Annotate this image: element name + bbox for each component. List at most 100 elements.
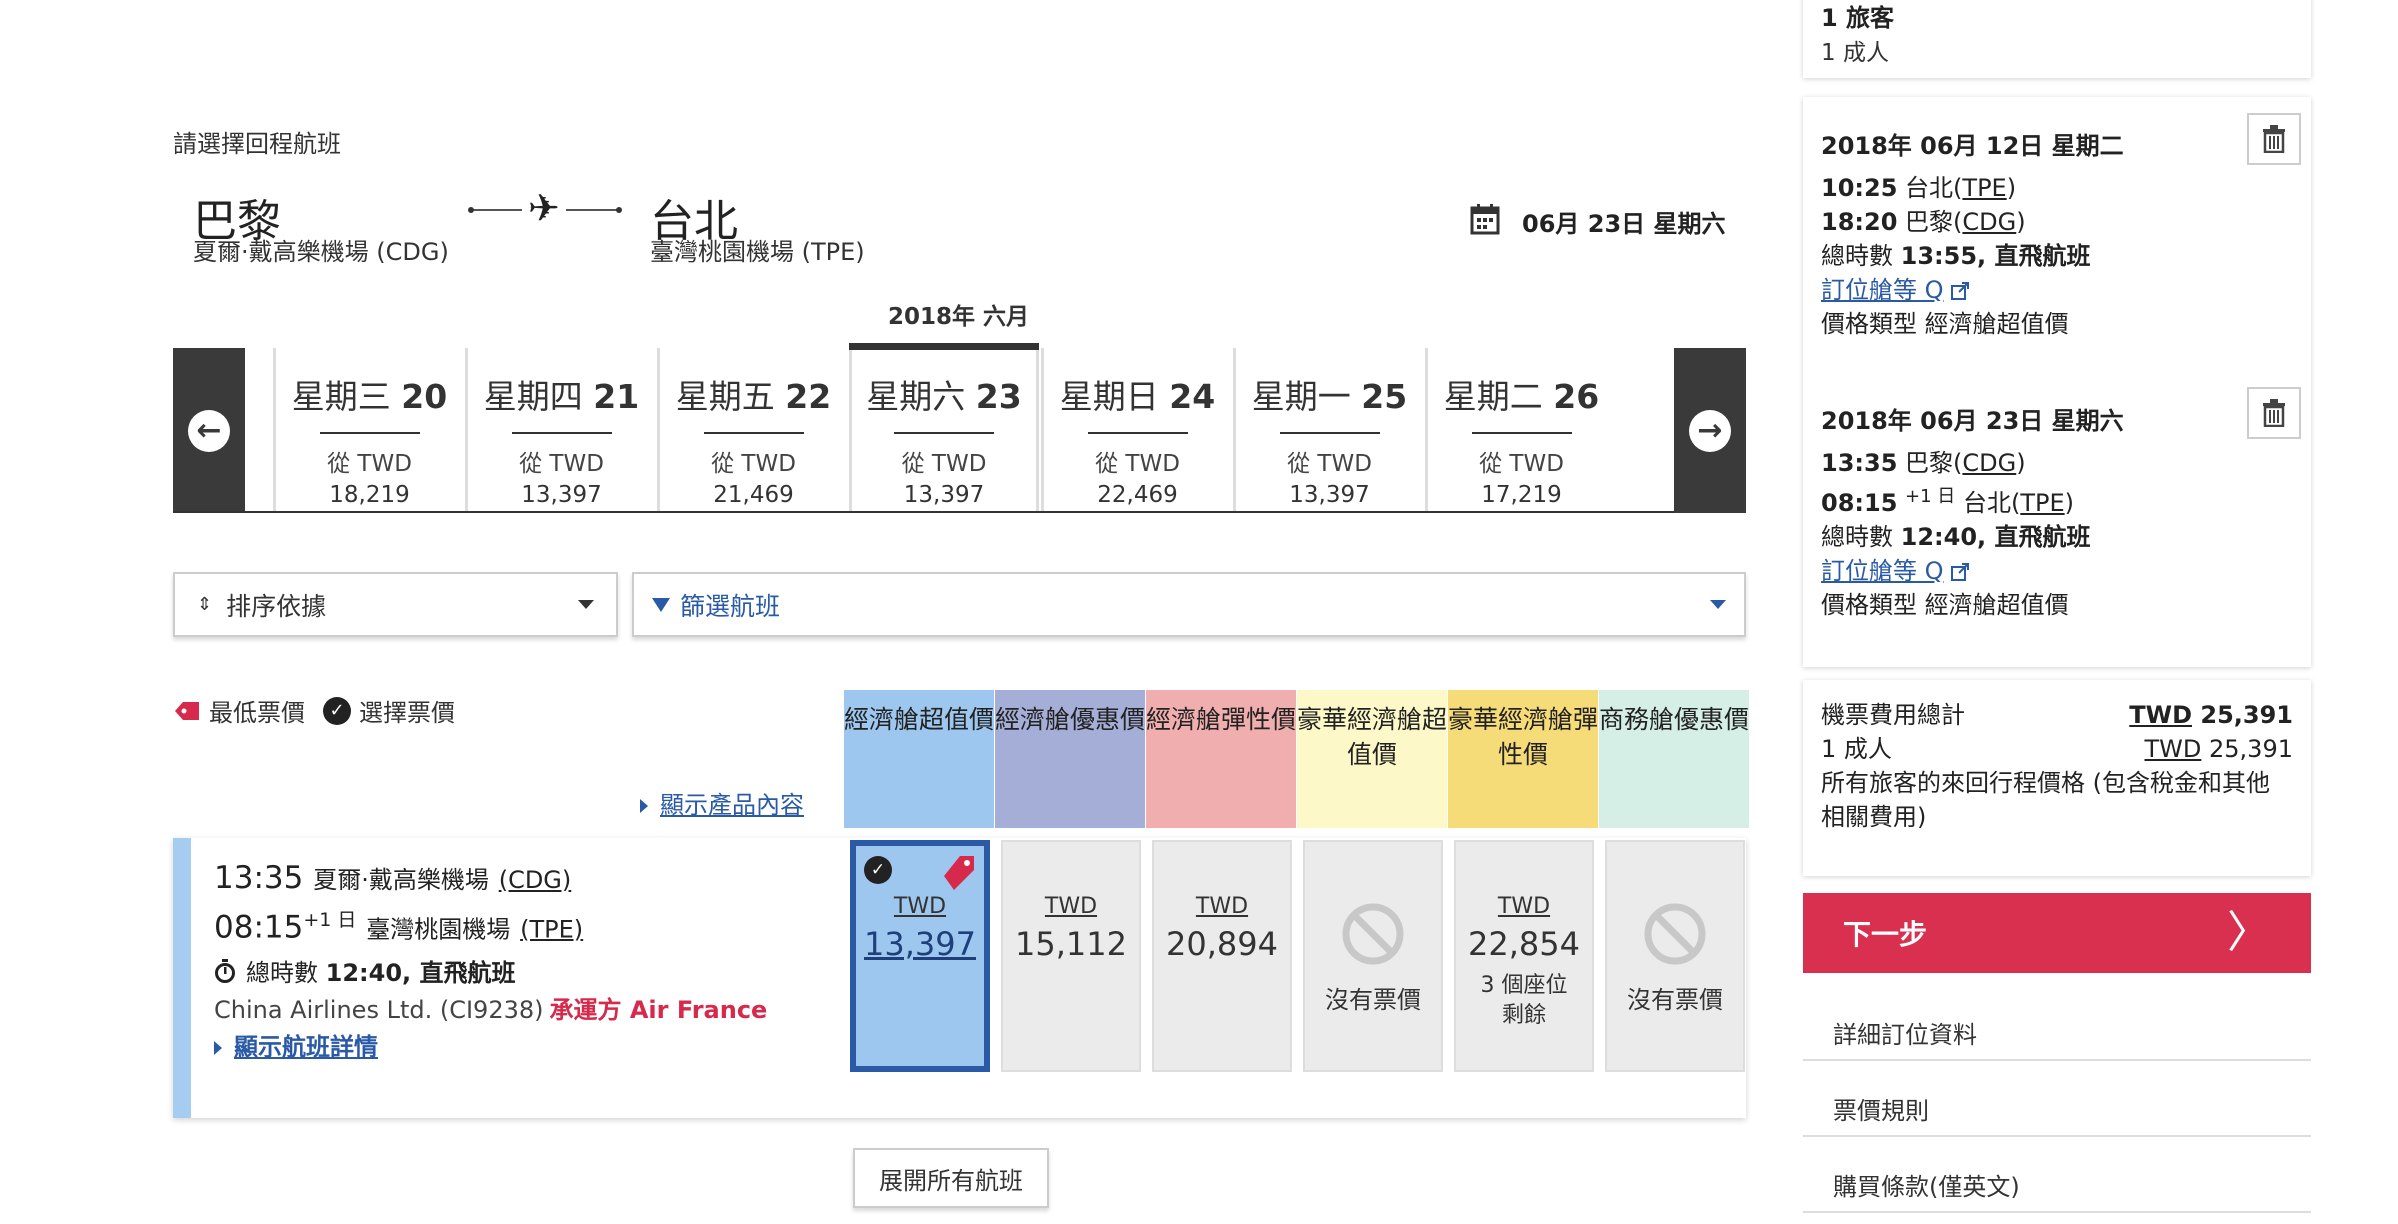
sort-label: 排序依據	[226, 591, 327, 621]
day-price: 18,219	[329, 482, 410, 508]
filter-dropdown[interactable]: 篩選航班	[632, 572, 1746, 637]
day-name: 星期六	[866, 377, 966, 416]
show-product-details-link[interactable]: 顯示產品內容	[640, 785, 804, 820]
fare-price: 20,894	[1166, 925, 1278, 963]
total-currency: TWD	[2129, 701, 2193, 729]
month-label: 2018年 六月	[888, 304, 1030, 330]
date-option-22[interactable]: 星期五 22 從 TWD 21,469	[657, 348, 847, 513]
previous-dates-button[interactable]: ←	[173, 348, 245, 513]
day-number: 25	[1361, 377, 1408, 416]
segment-date: 2018年 06月 12日 星期二	[1821, 132, 2124, 160]
fare-cell-business-discount: 沒有票價	[1605, 840, 1745, 1072]
booking-class-link[interactable]: 訂位艙等 Q	[1821, 273, 2291, 307]
fare-legend: 最低票價 ✓ 選擇票價	[173, 693, 455, 728]
segment-arr-code: TPE	[2020, 489, 2065, 517]
flight-row-accent	[173, 838, 191, 1118]
segment-duration: 13:55, 直飛航班	[1900, 242, 2091, 270]
plane-icon: ✈	[522, 188, 566, 228]
fare-header-3: 豪華經濟艙超值價	[1297, 690, 1447, 828]
check-icon: ✓	[864, 856, 892, 884]
date-option-21[interactable]: 星期四 21 從 TWD 13,397	[465, 348, 655, 513]
day-from-label: 從 TWD	[1095, 451, 1180, 477]
day-number: 20	[401, 377, 448, 416]
day-from-label: 從 TWD	[327, 451, 412, 477]
segment-dep-code: CDG	[1962, 449, 2017, 477]
terms-link[interactable]: 購買條款(僅英文)	[1803, 1145, 2311, 1213]
date-option-24[interactable]: 星期日 24 從 TWD 22,469	[1041, 348, 1231, 513]
price-summary: 機票費用總計 TWD 25,391 1 成人 TWD 25,391 所有旅客的來…	[1803, 680, 2311, 876]
day-from-label: 從 TWD	[711, 451, 796, 477]
day-name: 星期四	[483, 377, 583, 416]
date-option-23-selected[interactable]: 星期六 23 從 TWD 13,397	[849, 343, 1039, 513]
duration-line: 總時數 12:40, 直飛航班	[214, 953, 516, 988]
fare-cell-economy-saver[interactable]: ✓ TWD 13,397	[850, 840, 990, 1072]
check-icon: ✓	[323, 696, 351, 725]
day-number: 26	[1553, 377, 1600, 416]
arrival-time: 08:15	[214, 909, 304, 946]
segment-arr-time: 18:20	[1821, 208, 1898, 236]
seats-remaining: 3 個座位剩餘	[1480, 973, 1568, 1028]
day-price: 13,397	[521, 482, 602, 508]
day-number: 23	[975, 377, 1022, 416]
segment-dep-city: 巴黎	[1905, 449, 1954, 477]
fare-cell-economy-flex[interactable]: TWD 20,894	[1152, 840, 1292, 1072]
fare-header-label: 豪華經濟艙彈性價	[1448, 705, 1599, 769]
booking-details-link[interactable]: 詳細訂位資料	[1803, 993, 2311, 1061]
carrier-line: China Airlines Ltd. (CI9238) 承運方 Air Fran…	[214, 990, 767, 1025]
fare-cell-economy-discount[interactable]: TWD 15,112	[1001, 840, 1141, 1072]
origin-airport: 夏爾·戴高樂機場 (CDG)	[193, 238, 449, 266]
remove-return-button[interactable]	[2247, 387, 2301, 439]
operated-by: 承運方 Air France	[549, 996, 768, 1024]
duration-value: 12:40, 直飛航班	[325, 959, 516, 987]
sort-arrows-icon: ⇕	[197, 594, 213, 615]
sort-dropdown[interactable]: ⇕ 排序依據	[173, 572, 618, 637]
remove-outbound-button[interactable]	[2247, 113, 2301, 165]
calendar-icon	[1470, 204, 1500, 235]
price-tag-icon	[175, 701, 199, 720]
fare-price: 13,397	[864, 925, 976, 963]
selected-date: 06月 23日 星期六	[1522, 210, 1726, 238]
day-name: 星期日	[1059, 377, 1159, 416]
day-from-label: 從 TWD	[1479, 451, 1564, 477]
fare-rules-link[interactable]: 票價規則	[1803, 1069, 2311, 1137]
day-price: 22,469	[1097, 482, 1178, 508]
day-price: 21,469	[713, 482, 794, 508]
segment-duration-label: 總時數	[1821, 523, 1893, 551]
day-name: 星期五	[675, 377, 775, 416]
show-flight-details-link[interactable]: 顯示航班詳情	[214, 1027, 378, 1062]
route-end-dot	[616, 207, 622, 213]
fare-cell-premium-flex[interactable]: TWD 22,854 3 個座位剩餘	[1454, 840, 1594, 1072]
booking-class-link[interactable]: 訂位艙等 Q	[1821, 554, 2291, 588]
expand-all-flights-button[interactable]: 展開所有航班	[853, 1148, 1049, 1208]
date-option-20[interactable]: 星期三 20 從 TWD 18,219	[273, 348, 463, 513]
fare-currency: TWD	[1195, 894, 1249, 919]
date-option-26[interactable]: 星期二 26 從 TWD 17,219	[1425, 348, 1615, 513]
fare-currency: TWD	[1044, 894, 1098, 919]
departure-airport: 夏爾·戴高樂機場	[313, 866, 489, 894]
fare-header-0: 經濟艙超值價	[844, 690, 994, 828]
adult-currency: TWD	[2144, 735, 2202, 763]
segment-dep-city: 台北	[1905, 174, 1954, 202]
adult-amount: 25,391	[2209, 735, 2293, 763]
external-link-icon	[1951, 282, 1970, 300]
next-dates-button[interactable]: →	[1674, 348, 1746, 513]
day-price: 13,397	[903, 482, 985, 508]
departure-time: 13:35	[214, 860, 304, 896]
adult-label: 1 成人	[1821, 735, 1892, 763]
arrow-left-icon: ←	[188, 409, 230, 452]
adult-count: 1 成人	[1821, 40, 1889, 66]
arrival-airport: 臺灣桃園機場	[366, 915, 511, 944]
fare-type-value: 經濟艙超值價	[1924, 310, 2069, 338]
not-available-icon	[1644, 903, 1706, 965]
fare-header-label: 經濟艙彈性價	[1146, 705, 1297, 734]
date-option-25[interactable]: 星期一 25 從 TWD 13,397	[1233, 348, 1423, 513]
day-name: 星期一	[1251, 377, 1351, 416]
show-product-label: 顯示產品內容	[660, 791, 804, 819]
day-price: 17,219	[1481, 482, 1562, 508]
segment-arr-time: 08:15	[1821, 489, 1898, 517]
passenger-summary: 1 旅客 1 成人	[1803, 0, 2311, 78]
fare-header-label: 豪華經濟艙超值價	[1297, 705, 1448, 769]
next-step-button[interactable]: 下一步 〉	[1803, 893, 2311, 973]
segment-dep-time: 10:25	[1821, 174, 1898, 202]
filter-label: 篩選航班	[680, 591, 781, 621]
